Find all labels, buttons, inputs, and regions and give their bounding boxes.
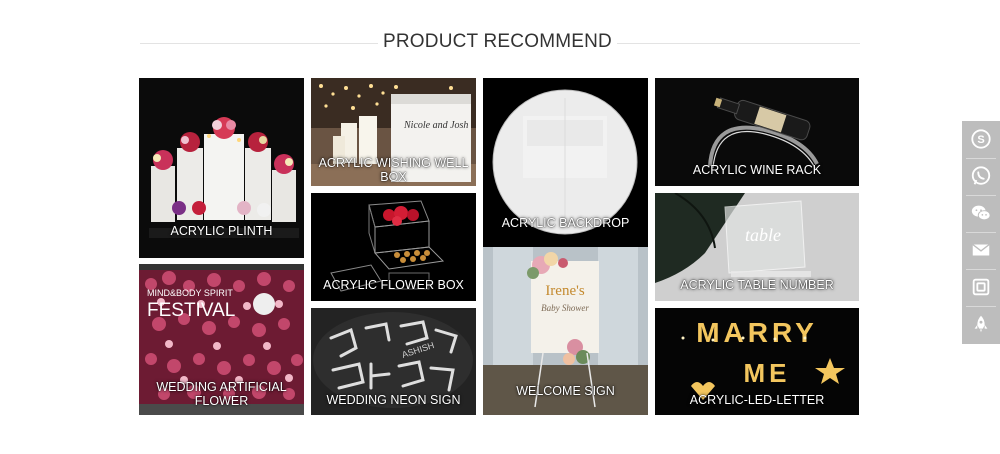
product-tile-welcome-sign[interactable]: Irene's Baby Shower WELCOME SIGN: [483, 247, 648, 415]
wechat-button[interactable]: [962, 195, 1000, 231]
instagram-button[interactable]: [962, 269, 1000, 305]
festival-sign-line1: MIND&BODY SPIRIT: [147, 288, 233, 298]
product-tile-acrylic-plinth[interactable]: ACRYLIC PLINTH: [139, 78, 304, 258]
email-icon: [972, 243, 990, 256]
whatsapp-button[interactable]: [962, 158, 1000, 194]
welcome-sign-name: Irene's: [545, 283, 585, 299]
product-label: WEDDING NEON SIGN: [326, 393, 461, 407]
product-tile-wedding-neon-sign[interactable]: ASHISH WEDDING NEON SIGN: [311, 308, 476, 415]
product-tile-acrylic-wine-rack[interactable]: ACRYLIC WINE RACK: [655, 78, 859, 186]
rocket-icon: [974, 315, 988, 333]
contact-side-bar: S: [962, 121, 1000, 344]
back-to-top-button[interactable]: [962, 306, 1000, 342]
wechat-icon: [971, 205, 991, 221]
product-label: ACRYLIC-LED-LETTER: [689, 393, 825, 407]
product-label: ACRYLIC FLOWER BOX: [323, 278, 464, 292]
email-button[interactable]: [962, 232, 1000, 268]
wishing-box-names: Nicole and Josh: [403, 120, 468, 131]
welcome-sign-sub: Baby Shower: [541, 303, 589, 313]
product-tile-wedding-artificial-flower[interactable]: MIND&BODY SPIRIT FESTIVAL WEDDING ARTIFI…: [139, 264, 304, 415]
product-tile-acrylic-table-number[interactable]: table ACRYLIC TABLE NUMBER: [655, 193, 859, 301]
instagram-icon: [972, 278, 990, 296]
section-title: PRODUCT RECOMMEND: [383, 31, 612, 52]
skype-button[interactable]: S: [962, 121, 1000, 157]
product-label: ACRYLIC BACKDROP: [501, 216, 630, 230]
divider-line-right: [617, 43, 860, 44]
festival-sign-line2: FESTIVAL: [147, 300, 235, 321]
table-sign-word: table: [745, 225, 781, 245]
product-label: ACRYLIC WISHING WELL BOX: [318, 156, 469, 184]
marquee-word-top: MARRY: [696, 317, 818, 348]
product-label: ACRYLIC TABLE NUMBER: [680, 278, 834, 292]
skype-icon: S: [971, 129, 991, 149]
product-label: ACRYLIC PLINTH: [170, 224, 273, 238]
product-tile-acrylic-wishing-well-box[interactable]: Nicole and Josh ACRYLIC WISHING WELL BOX: [311, 78, 476, 186]
marquee-word-me: ME: [744, 358, 791, 388]
svg-text:S: S: [977, 134, 984, 146]
section-header: PRODUCT RECOMMEND: [0, 31, 1000, 55]
whatsapp-icon: [971, 166, 991, 185]
product-label: ACRYLIC WINE RACK: [692, 163, 822, 177]
product-label: WELCOME SIGN: [516, 384, 615, 398]
product-tile-acrylic-led-letter[interactable]: MARRY ME ACRYLIC-LED-LETTER: [655, 308, 859, 415]
divider-line-left: [140, 43, 378, 44]
product-tile-acrylic-backdrop[interactable]: ACRYLIC BACKDROP: [483, 78, 648, 247]
product-tile-acrylic-flower-box[interactable]: ACRYLIC FLOWER BOX: [311, 193, 476, 301]
product-label: WEDDING ARTIFICIAL FLOWER: [156, 380, 287, 408]
